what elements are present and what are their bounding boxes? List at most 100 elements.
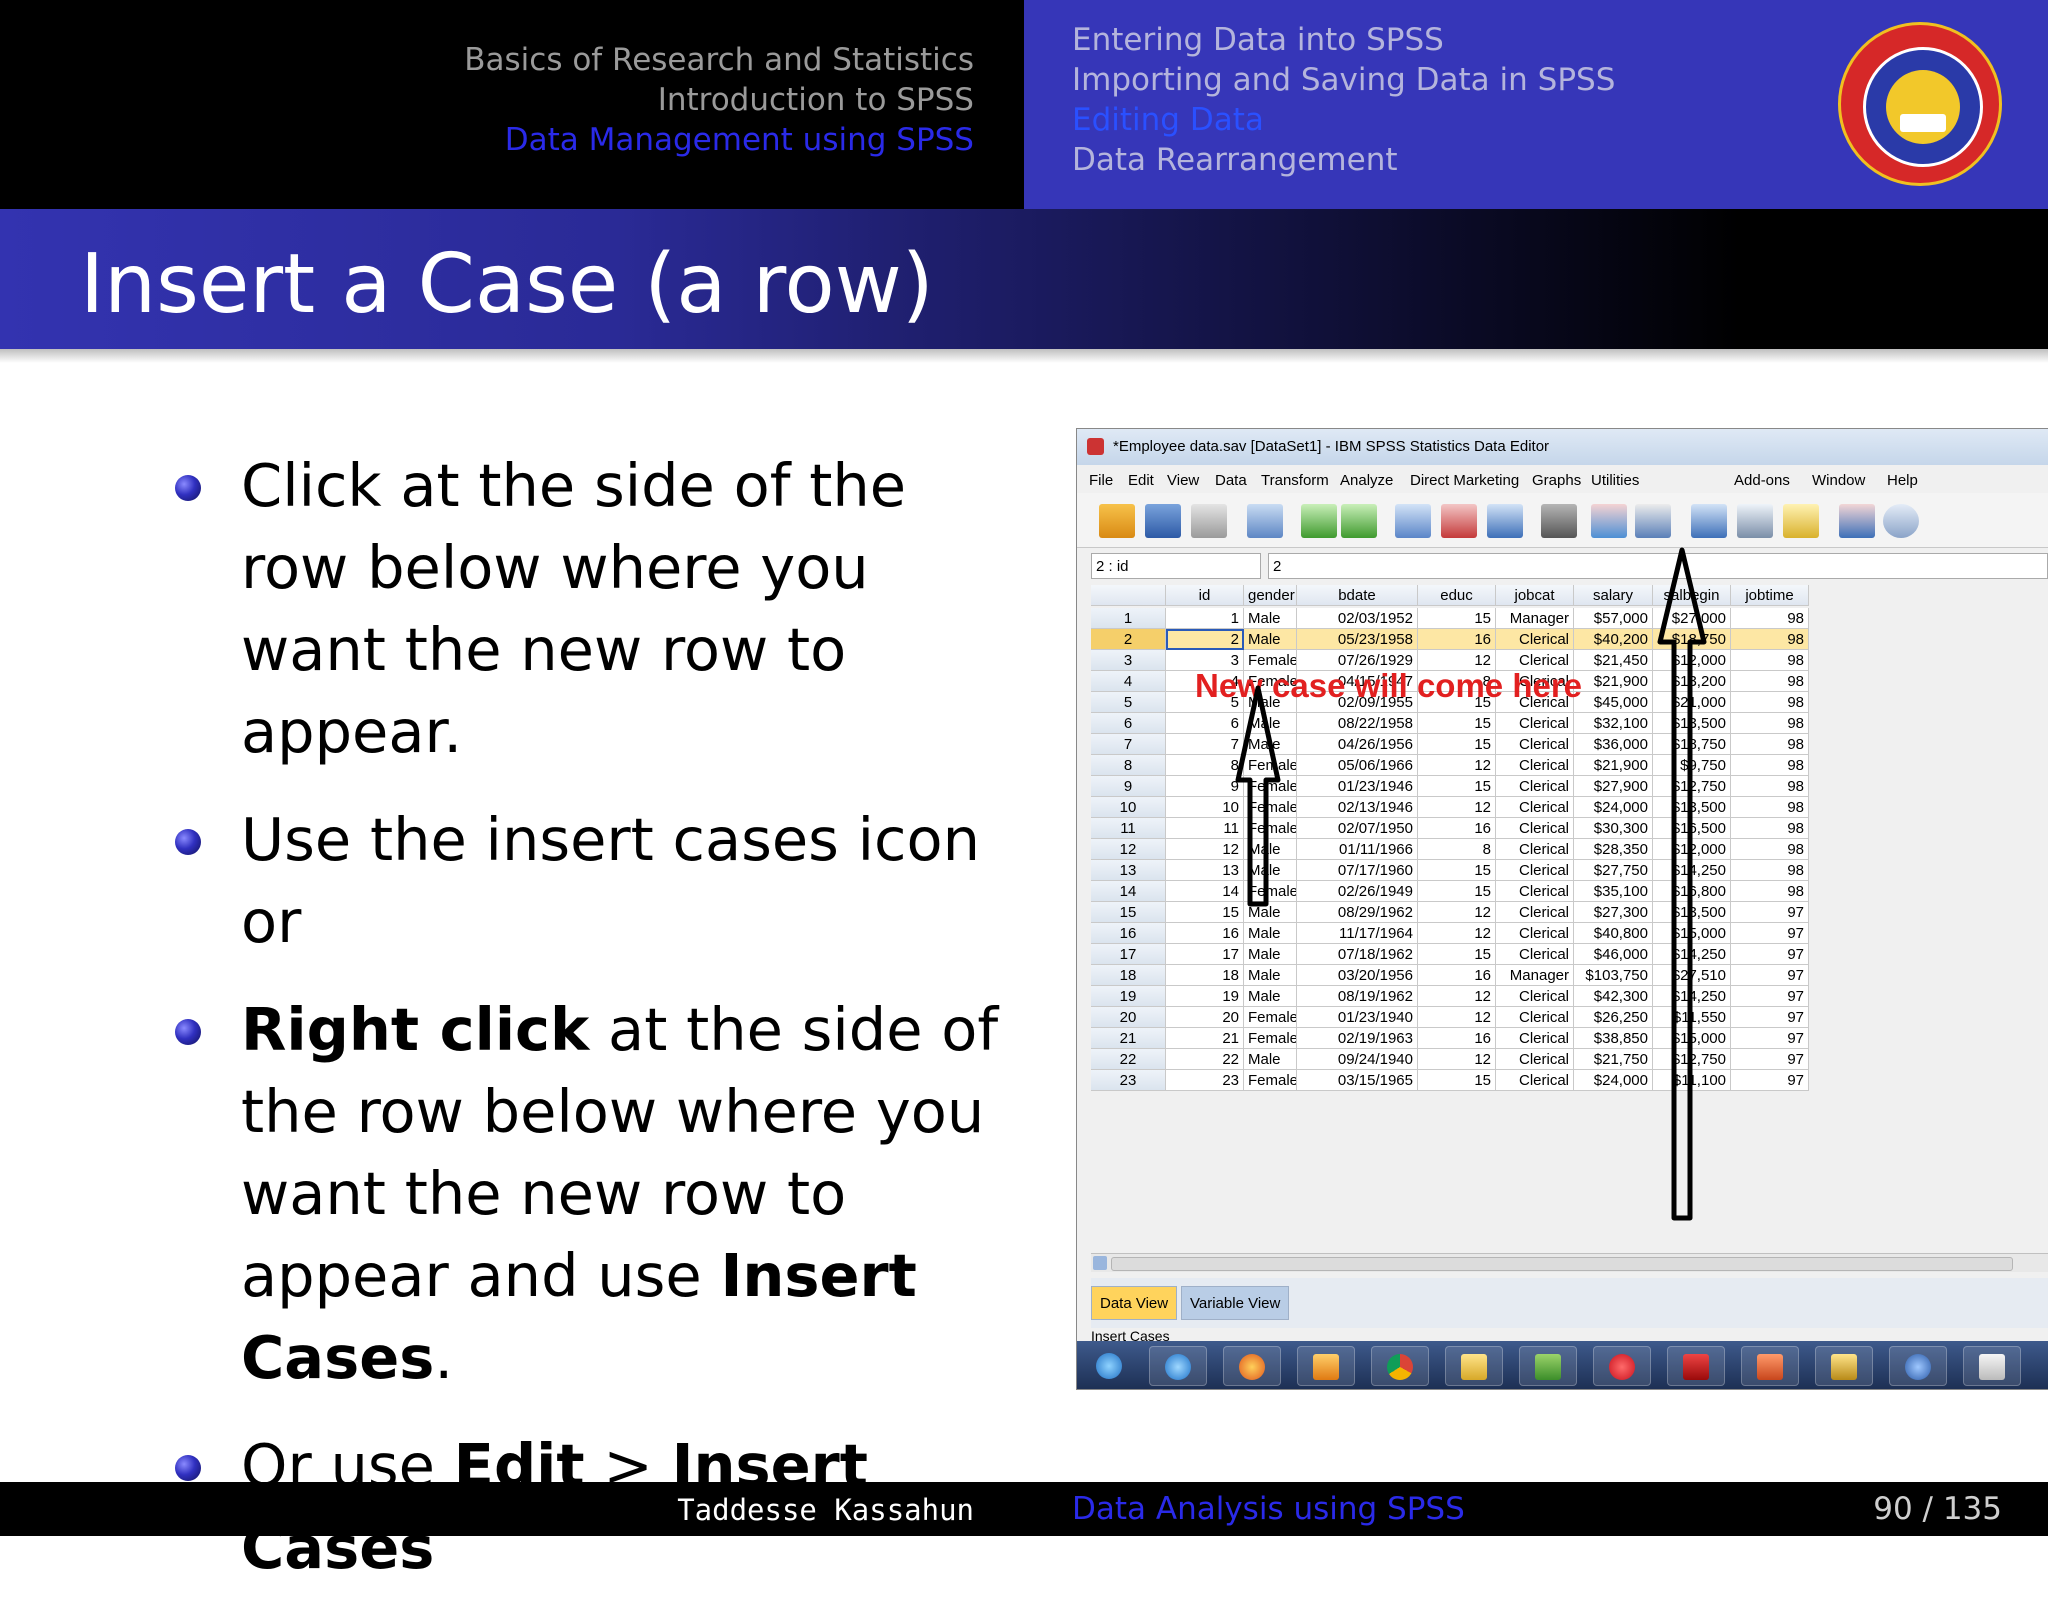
- data-cell[interactable]: 15: [1166, 902, 1244, 923]
- row-header[interactable]: 6: [1091, 713, 1166, 734]
- internet-explorer-icon[interactable]: [1149, 1346, 1207, 1386]
- media-player-icon[interactable]: [1297, 1346, 1355, 1386]
- row-header[interactable]: 15: [1091, 902, 1166, 923]
- data-cell[interactable]: $21,750: [1574, 1049, 1653, 1070]
- row-header[interactable]: 16: [1091, 923, 1166, 944]
- data-cell[interactable]: Clerical: [1496, 1007, 1574, 1028]
- data-cell[interactable]: 03/20/1956: [1297, 965, 1418, 986]
- weight-cases-icon[interactable]: [1737, 504, 1773, 538]
- data-cell[interactable]: 12: [1418, 923, 1496, 944]
- data-cell[interactable]: $30,300: [1574, 818, 1653, 839]
- data-cell[interactable]: $35,100: [1574, 881, 1653, 902]
- data-cell[interactable]: $27,750: [1574, 860, 1653, 881]
- row-header[interactable]: 23: [1091, 1070, 1166, 1091]
- data-cell[interactable]: Female: [1244, 1007, 1297, 1028]
- data-cell[interactable]: $45,000: [1574, 692, 1653, 713]
- undo-icon[interactable]: [1301, 504, 1337, 538]
- data-cell[interactable]: 12: [1418, 902, 1496, 923]
- data-cell[interactable]: 97: [1731, 965, 1809, 986]
- data-cell[interactable]: $13,500: [1653, 797, 1731, 818]
- data-cell[interactable]: Clerical: [1496, 1028, 1574, 1049]
- data-cell[interactable]: $103,750: [1574, 965, 1653, 986]
- data-cell[interactable]: 08/29/1962: [1297, 902, 1418, 923]
- data-cell[interactable]: $21,900: [1574, 755, 1653, 776]
- start-orb-icon[interactable]: [1081, 1346, 1139, 1386]
- data-cell[interactable]: 02/19/1963: [1297, 1028, 1418, 1049]
- data-cell[interactable]: Male: [1244, 902, 1297, 923]
- data-cell[interactable]: 97: [1731, 1007, 1809, 1028]
- menu-file[interactable]: File: [1089, 472, 1113, 489]
- go-to-variable-icon[interactable]: [1441, 504, 1477, 538]
- data-cell[interactable]: 13: [1166, 860, 1244, 881]
- data-cell[interactable]: $27,510: [1653, 965, 1731, 986]
- data-cell[interactable]: Clerical: [1496, 755, 1574, 776]
- data-cell[interactable]: 15: [1418, 1070, 1496, 1091]
- insert-cases-icon[interactable]: [1591, 504, 1627, 538]
- menu-edit[interactable]: Edit: [1128, 472, 1154, 489]
- data-cell[interactable]: 1: [1166, 608, 1244, 629]
- menu-help[interactable]: Help: [1887, 472, 1918, 489]
- print-icon[interactable]: [1191, 504, 1227, 538]
- menu-transform[interactable]: Transform: [1261, 472, 1329, 489]
- data-cell[interactable]: Clerical: [1496, 986, 1574, 1007]
- row-header[interactable]: 21: [1091, 1028, 1166, 1049]
- data-cell[interactable]: $21,450: [1574, 650, 1653, 671]
- data-cell[interactable]: $18,750: [1653, 629, 1731, 650]
- data-cell[interactable]: $13,200: [1653, 671, 1731, 692]
- data-cell[interactable]: Clerical: [1496, 944, 1574, 965]
- data-cell[interactable]: 12: [1418, 1007, 1496, 1028]
- open-icon[interactable]: [1099, 504, 1135, 538]
- row-header[interactable]: 14: [1091, 881, 1166, 902]
- data-cell[interactable]: 98: [1731, 734, 1809, 755]
- data-cell[interactable]: 12: [1418, 1049, 1496, 1070]
- data-cell[interactable]: $38,850: [1574, 1028, 1653, 1049]
- data-cell[interactable]: 98: [1731, 818, 1809, 839]
- data-cell[interactable]: 97: [1731, 944, 1809, 965]
- nav-section-basics[interactable]: Basics of Research and Statistics: [464, 42, 974, 78]
- data-cell[interactable]: 97: [1731, 902, 1809, 923]
- data-cell[interactable]: 08/22/1958: [1297, 713, 1418, 734]
- data-cell[interactable]: 12: [1166, 839, 1244, 860]
- data-cell[interactable]: 01/23/1946: [1297, 776, 1418, 797]
- data-cell[interactable]: 15: [1418, 944, 1496, 965]
- data-cell[interactable]: $9,750: [1653, 755, 1731, 776]
- footer-short-title[interactable]: Data Analysis using SPSS: [1072, 1491, 1465, 1527]
- cell-reference-field[interactable]: 2 : id: [1091, 553, 1261, 579]
- data-cell[interactable]: 16: [1166, 923, 1244, 944]
- data-cell[interactable]: 23: [1166, 1070, 1244, 1091]
- data-cell[interactable]: 2: [1166, 629, 1244, 650]
- data-cell[interactable]: 16: [1418, 965, 1496, 986]
- spss-icon[interactable]: [1889, 1346, 1947, 1386]
- data-cell[interactable]: 98: [1731, 860, 1809, 881]
- data-cell[interactable]: 98: [1731, 629, 1809, 650]
- data-cell[interactable]: 98: [1731, 650, 1809, 671]
- data-cell[interactable]: Male: [1244, 734, 1297, 755]
- data-cell[interactable]: Female: [1244, 1070, 1297, 1091]
- split-file-icon[interactable]: [1691, 504, 1727, 538]
- data-cell[interactable]: Male: [1244, 608, 1297, 629]
- row-header[interactable]: 10: [1091, 797, 1166, 818]
- data-cell[interactable]: $46,000: [1574, 944, 1653, 965]
- data-cell[interactable]: 02/26/1949: [1297, 881, 1418, 902]
- data-cell[interactable]: $28,350: [1574, 839, 1653, 860]
- data-cell[interactable]: Female: [1244, 776, 1297, 797]
- data-cell[interactable]: 22: [1166, 1049, 1244, 1070]
- data-cell[interactable]: 16: [1418, 818, 1496, 839]
- data-cell[interactable]: $14,250: [1653, 944, 1731, 965]
- data-cell[interactable]: 19: [1166, 986, 1244, 1007]
- column-header-salbegin[interactable]: salbegin: [1653, 585, 1731, 606]
- data-cell[interactable]: Female: [1244, 881, 1297, 902]
- data-cell[interactable]: $42,300: [1574, 986, 1653, 1007]
- data-cell[interactable]: 15: [1418, 776, 1496, 797]
- data-cell[interactable]: 97: [1731, 923, 1809, 944]
- data-cell[interactable]: $26,250: [1574, 1007, 1653, 1028]
- data-cell[interactable]: 98: [1731, 671, 1809, 692]
- scroll-left-icon[interactable]: [1093, 1256, 1107, 1270]
- data-cell[interactable]: Clerical: [1496, 713, 1574, 734]
- data-cell[interactable]: 07/18/1962: [1297, 944, 1418, 965]
- data-cell[interactable]: $21,000: [1653, 692, 1731, 713]
- data-cell[interactable]: Male: [1244, 923, 1297, 944]
- data-cell[interactable]: 02/03/1952: [1297, 608, 1418, 629]
- data-cell[interactable]: 07/17/1960: [1297, 860, 1418, 881]
- menu-add-ons[interactable]: Add-ons: [1734, 472, 1790, 489]
